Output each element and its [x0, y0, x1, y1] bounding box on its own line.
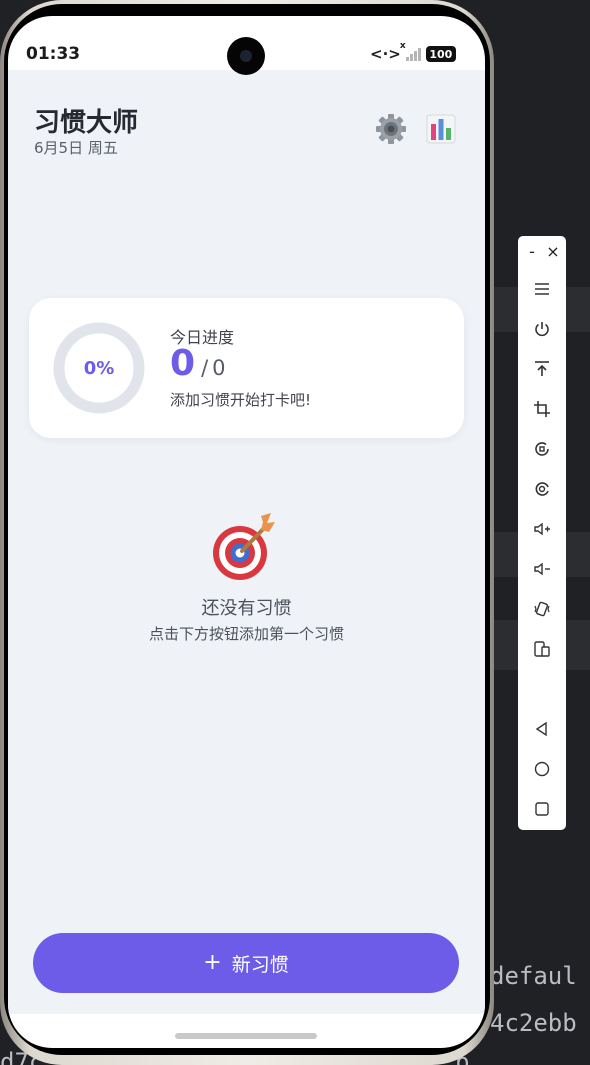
- progress-hint: 添加习惯开始打卡吧!: [170, 391, 312, 409]
- power-icon: [535, 322, 549, 337]
- editor-code-line: 4c2ebb: [490, 1009, 577, 1037]
- rotate-button[interactable]: [518, 434, 566, 464]
- signal-icon: x: [400, 41, 421, 61]
- volume-up-icon: [534, 522, 550, 536]
- rotate-icon: [535, 442, 549, 456]
- progress-percent: 0%: [83, 357, 115, 379]
- page-title: 习惯大师: [34, 108, 139, 138]
- screenshot-button[interactable]: [518, 474, 566, 504]
- shake-button[interactable]: [518, 594, 566, 624]
- back-button[interactable]: [518, 714, 566, 744]
- progress-count: 0 / 0: [170, 346, 226, 382]
- front-camera: [227, 37, 265, 75]
- minimize-button[interactable]: -: [524, 242, 540, 261]
- desktop: defaul 4c2ebb d7c b 01:33 <·> x 100 习惯大师…: [0, 0, 590, 1065]
- no-signal-mark: x: [399, 41, 406, 51]
- empty-state-title: 还没有习惯: [201, 598, 292, 619]
- new-habit-label: 新习惯: [231, 953, 289, 976]
- target-icon: [213, 513, 275, 580]
- total-count: 0: [212, 356, 226, 380]
- crop-button[interactable]: [518, 394, 566, 424]
- empty-state-subtitle: 点击下方按钮添加第一个习惯: [148, 625, 344, 643]
- volume-down-icon: [534, 562, 550, 576]
- devices-button[interactable]: [518, 634, 566, 664]
- crop-icon: [534, 401, 550, 417]
- battery-icon: 100: [425, 46, 456, 62]
- count-separator: /: [201, 356, 209, 380]
- menu-icon: [535, 283, 549, 295]
- statistics-button[interactable]: [426, 114, 456, 144]
- volume-up-button[interactable]: [518, 514, 566, 544]
- status-icons: <·> x 100: [370, 41, 456, 63]
- phone-screen: 01:33 <·> x 100 习惯大师 6月5日 周五 0% 今日进度 0 /…: [8, 16, 485, 1048]
- progress-card: 0% 今日进度 0 / 0 添加习惯开始打卡吧!: [29, 298, 464, 438]
- gear-icon: [376, 114, 406, 144]
- home-button[interactable]: [518, 754, 566, 784]
- network-icon: <·>: [370, 45, 401, 63]
- devices-icon: [534, 641, 550, 657]
- pin-top-button[interactable]: [518, 354, 566, 384]
- screenshot-icon: [535, 482, 549, 496]
- home-indicator[interactable]: [175, 1033, 317, 1039]
- editor-code-line: defaul: [490, 962, 577, 990]
- bar-chart-icon: [426, 114, 456, 144]
- menu-button[interactable]: [518, 274, 566, 304]
- volume-down-button[interactable]: [518, 554, 566, 584]
- recents-icon: [535, 802, 549, 816]
- done-count: 0: [170, 343, 196, 384]
- shake-icon: [534, 601, 550, 617]
- pin-top-icon: [535, 361, 549, 376]
- plus-icon: +: [203, 950, 222, 975]
- settings-button[interactable]: [374, 112, 408, 146]
- close-button[interactable]: ×: [545, 242, 561, 261]
- status-time: 01:33: [26, 44, 81, 64]
- date-label: 6月5日 周五: [34, 139, 118, 157]
- recents-button[interactable]: [518, 794, 566, 824]
- new-habit-button[interactable]: + 新习惯: [33, 933, 459, 993]
- emulator-toolbar: - ×: [518, 236, 566, 830]
- back-icon: [535, 721, 547, 737]
- power-button[interactable]: [518, 314, 566, 344]
- home-icon: [534, 761, 550, 777]
